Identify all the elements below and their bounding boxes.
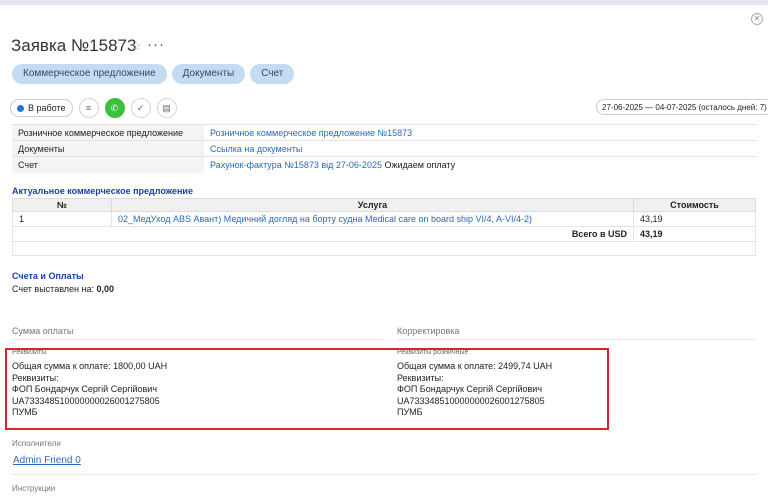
toolbar: В работе ≡ ✆ ✓ ▤ (10, 98, 177, 118)
row-price: 43,19 (633, 211, 756, 227)
executors-label: Исполнители (12, 439, 61, 448)
status-dot-icon (17, 104, 24, 112)
phone-icon[interactable]: ✆ (104, 98, 125, 118)
column-header-price: Стоимость (633, 198, 756, 212)
payments-section-title: Счета и Оплаты (12, 271, 84, 281)
requisites-right: Реквизиты розничные Общая сумма к оплате… (397, 348, 552, 419)
info-value: Розничное коммерческое предложение №1587… (204, 124, 756, 141)
total-value: 43,19 (633, 226, 756, 242)
payee-name: ФОП Бондарчук Сергій Сергійович (12, 384, 158, 394)
info-value: Ссылка на документы (204, 140, 756, 157)
invoiced-amount: Счет выставлен на: 0,00 (12, 284, 115, 294)
offer-table: № Услуга Стоимость 1 02_МедУход ABS Аван… (12, 198, 756, 256)
invoice-link[interactable]: Рахунок-фактура №15873 від 27-06-2025 (210, 160, 382, 170)
requisites-heading: Реквизиты: (397, 372, 444, 383)
requisites-heading: Реквизиты: (12, 372, 59, 383)
info-label: Розничное коммерческое предложение (12, 124, 204, 141)
offer-section-title: Актуальное коммерческое предложение (12, 186, 193, 196)
table-row: Документы Ссылка на документы (12, 140, 756, 157)
tab-commercial-offer[interactable]: Коммерческое предложение (12, 64, 167, 84)
iban: UA733348510000000026001275805 (397, 395, 545, 406)
status-badge[interactable]: В работе (10, 99, 73, 117)
column-header-service: Услуга (111, 198, 634, 212)
info-label: Документы (12, 140, 204, 157)
tab-invoice[interactable]: Счет (250, 64, 295, 84)
invoiced-value: 0,00 (96, 284, 115, 294)
request-panel: ✕ Заявка №15873 ☆ ··· Коммерческое предл… (0, 5, 768, 501)
row-service: 02_МедУход ABS Авант) Медичний догляд на… (111, 211, 634, 227)
column-header-number: № (12, 198, 112, 212)
more-options-button[interactable]: ··· (147, 36, 165, 53)
sum-label: Сумма оплаты (12, 326, 74, 336)
divider (12, 474, 756, 475)
info-label: Счет (12, 156, 204, 173)
close-icon[interactable]: ✕ (751, 13, 763, 25)
table-header-row: № Услуга Стоимость (12, 198, 756, 212)
instructions-label: Инструкции (12, 484, 56, 493)
row-number: 1 (12, 211, 112, 227)
requisites-retail-caption: Реквизиты розничные (397, 349, 469, 356)
documents-link[interactable]: Ссылка на документы (210, 144, 302, 154)
total-to-pay: Общая сумма к оплате: 1800,00 UAH (12, 361, 168, 371)
info-table: Розничное коммерческое предложение Розни… (12, 124, 756, 173)
page-title: Заявка №15873 (11, 36, 137, 55)
total-label: Всего в USD (12, 226, 634, 242)
correction-label: Корректировка (397, 326, 460, 336)
check-circle-icon[interactable]: ✓ (130, 98, 151, 118)
executor-link[interactable]: Admin Friend 0 (13, 455, 81, 466)
status-label: В работе (28, 103, 66, 113)
payee-name: ФОП Бондарчук Сергій Сергійович (397, 384, 543, 394)
bank-name: ПУМБ (397, 407, 423, 417)
table-row: Розничное коммерческое предложение Розни… (12, 124, 756, 141)
tab-bar: Коммерческое предложение Документы Счет (12, 64, 295, 84)
iban: UA733348510000000026001275805 (12, 395, 160, 406)
table-empty-row (12, 241, 756, 256)
invoice-status: Ожидаем оплату (381, 159, 456, 170)
bank-name: ПУМБ (12, 407, 38, 417)
list-icon[interactable]: ≡ (78, 98, 99, 118)
divider (12, 339, 383, 340)
tab-documents[interactable]: Документы (171, 64, 246, 84)
star-icon[interactable]: ☆ (130, 38, 142, 54)
table-row: Счет Рахунок-фактура №15873 від 27-06-20… (12, 156, 756, 173)
table-row: 1 02_МедУход ABS Авант) Медичний догляд … (12, 211, 756, 227)
retail-offer-link[interactable]: Розничное коммерческое предложение №1587… (210, 128, 412, 138)
total-to-pay: Общая сумма к оплате: 2499,74 UAH (397, 361, 553, 371)
table-total-row: Всего в USD 43,19 (12, 226, 756, 242)
info-value: Рахунок-фактура №15873 від 27-06-2025 Ож… (204, 156, 756, 173)
comment-icon[interactable]: ▤ (156, 98, 177, 118)
service-link[interactable]: 02_МедУход ABS Авант) Медичний догляд на… (118, 214, 532, 224)
requisites-caption: Реквизиты (12, 349, 47, 356)
requisites-left: Реквизиты Общая сумма к оплате: 1800,00 … (12, 348, 167, 419)
divider (397, 339, 756, 340)
date-range-badge: 27-06-2025 — 04-07-2025 (осталось дней: … (596, 99, 768, 115)
